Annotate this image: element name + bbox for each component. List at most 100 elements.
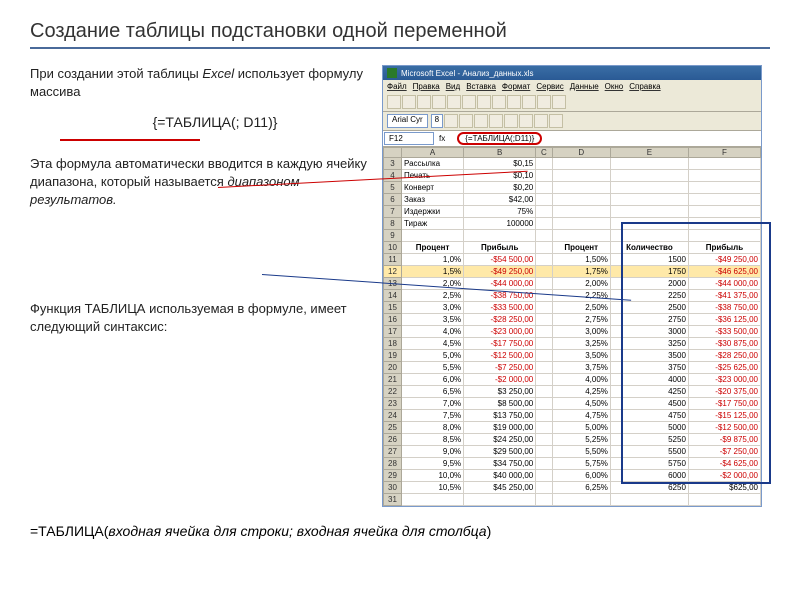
row-header[interactable]: 18 — [384, 338, 402, 350]
row-header[interactable]: 3 — [384, 158, 402, 170]
toolbar-button[interactable] — [417, 95, 431, 109]
cell[interactable]: $0,20 — [464, 182, 536, 194]
row-header[interactable]: 11 — [384, 254, 402, 266]
cell[interactable]: 3500 — [610, 350, 688, 362]
col-header[interactable]: C — [536, 148, 552, 158]
cell[interactable]: 9,5% — [402, 458, 464, 470]
cell[interactable]: 10,0% — [402, 470, 464, 482]
cell[interactable]: 6,25% — [552, 482, 610, 494]
cell[interactable]: -$7 250,00 — [464, 362, 536, 374]
cell[interactable]: 3750 — [610, 362, 688, 374]
row-header[interactable]: 22 — [384, 386, 402, 398]
formula-bar[interactable]: {=ТАБЛИЦА(;D11)} — [457, 132, 542, 145]
cell[interactable]: 6,00% — [552, 470, 610, 482]
cell[interactable]: $3 250,00 — [464, 386, 536, 398]
cell[interactable]: -$23 000,00 — [464, 326, 536, 338]
toolbar-button[interactable] — [474, 114, 488, 128]
cell[interactable]: 1,0% — [402, 254, 464, 266]
toolbar-button[interactable] — [534, 114, 548, 128]
cell[interactable]: 3,25% — [552, 338, 610, 350]
row-header[interactable]: 8 — [384, 218, 402, 230]
cell[interactable]: -$46 625,00 — [688, 266, 760, 278]
excel-grid[interactable]: ABCDEF3Рассылка$0,154Печать$0,105Конверт… — [383, 147, 761, 506]
cell[interactable]: -$4 625,00 — [688, 458, 760, 470]
cell[interactable]: 4,00% — [552, 374, 610, 386]
cell[interactable]: $0,15 — [464, 158, 536, 170]
cell[interactable]: 2,75% — [552, 314, 610, 326]
cell[interactable]: -$41 375,00 — [688, 290, 760, 302]
toolbar-button[interactable] — [447, 95, 461, 109]
cell[interactable]: 1,50% — [552, 254, 610, 266]
cell[interactable]: $34 750,00 — [464, 458, 536, 470]
row-header[interactable]: 27 — [384, 446, 402, 458]
cell[interactable]: Конверт — [402, 182, 464, 194]
cell[interactable]: 2750 — [610, 314, 688, 326]
row-header[interactable]: 28 — [384, 458, 402, 470]
row-header[interactable]: 19 — [384, 350, 402, 362]
cell[interactable]: -$2 000,00 — [688, 470, 760, 482]
cell[interactable]: -$23 000,00 — [688, 374, 760, 386]
font-name-box[interactable]: Arial Cyr — [387, 114, 428, 128]
cell[interactable]: $625,00 — [688, 482, 760, 494]
cell[interactable]: 6250 — [610, 482, 688, 494]
cell[interactable]: 3000 — [610, 326, 688, 338]
cell[interactable]: Заказ — [402, 194, 464, 206]
cell[interactable]: 6000 — [610, 470, 688, 482]
cell[interactable]: -$25 625,00 — [688, 362, 760, 374]
cell[interactable]: 2,00% — [552, 278, 610, 290]
cell[interactable]: Тираж — [402, 218, 464, 230]
cell[interactable]: -$12 500,00 — [688, 422, 760, 434]
excel-toolbar-standard[interactable] — [383, 93, 761, 112]
cell[interactable]: 75% — [464, 206, 536, 218]
toolbar-button[interactable] — [462, 95, 476, 109]
cell[interactable]: 5500 — [610, 446, 688, 458]
cell[interactable]: Издержки — [402, 206, 464, 218]
cell[interactable]: $13 750,00 — [464, 410, 536, 422]
cell[interactable]: $24 250,00 — [464, 434, 536, 446]
cell[interactable]: 3,50% — [552, 350, 610, 362]
cell[interactable]: $8 500,00 — [464, 398, 536, 410]
menu-item[interactable]: Файл — [387, 82, 407, 91]
row-header[interactable]: 10 — [384, 242, 402, 254]
menu-item[interactable]: Справка — [629, 82, 660, 91]
toolbar-button[interactable] — [459, 114, 473, 128]
cell[interactable]: 5,5% — [402, 362, 464, 374]
cell[interactable]: -$28 250,00 — [464, 314, 536, 326]
cell[interactable]: -$28 250,00 — [688, 350, 760, 362]
cell[interactable]: 4500 — [610, 398, 688, 410]
cell[interactable]: 5250 — [610, 434, 688, 446]
row-header[interactable]: 30 — [384, 482, 402, 494]
cell[interactable]: 6,0% — [402, 374, 464, 386]
row-header[interactable]: 4 — [384, 170, 402, 182]
cell[interactable]: -$36 125,00 — [688, 314, 760, 326]
toolbar-button[interactable] — [402, 95, 416, 109]
toolbar-button[interactable] — [489, 114, 503, 128]
cell[interactable]: -$54 500,00 — [464, 254, 536, 266]
cell[interactable]: 3,0% — [402, 302, 464, 314]
row-header[interactable]: 7 — [384, 206, 402, 218]
toolbar-button[interactable] — [477, 95, 491, 109]
cell[interactable]: -$20 375,00 — [688, 386, 760, 398]
toolbar-button[interactable] — [492, 95, 506, 109]
cell[interactable]: 4,0% — [402, 326, 464, 338]
cell[interactable]: Процент — [402, 242, 464, 254]
row-header[interactable]: 16 — [384, 314, 402, 326]
cell[interactable]: -$12 500,00 — [464, 350, 536, 362]
cell[interactable]: -$33 500,00 — [464, 302, 536, 314]
row-header[interactable]: 15 — [384, 302, 402, 314]
font-size-box[interactable]: 8 — [431, 114, 443, 128]
cell[interactable]: 6,5% — [402, 386, 464, 398]
cell[interactable]: 5000 — [610, 422, 688, 434]
toolbar-button[interactable] — [522, 95, 536, 109]
cell[interactable]: 5,25% — [552, 434, 610, 446]
cell[interactable]: -$15 125,00 — [688, 410, 760, 422]
cell[interactable]: 3,75% — [552, 362, 610, 374]
cell[interactable]: -$9 875,00 — [688, 434, 760, 446]
cell[interactable]: 4250 — [610, 386, 688, 398]
cell[interactable]: 7,0% — [402, 398, 464, 410]
cell[interactable]: $40 000,00 — [464, 470, 536, 482]
cell[interactable]: 3250 — [610, 338, 688, 350]
cell[interactable]: -$49 250,00 — [464, 266, 536, 278]
menu-item[interactable]: Окно — [605, 82, 624, 91]
menu-item[interactable]: Правка — [413, 82, 440, 91]
